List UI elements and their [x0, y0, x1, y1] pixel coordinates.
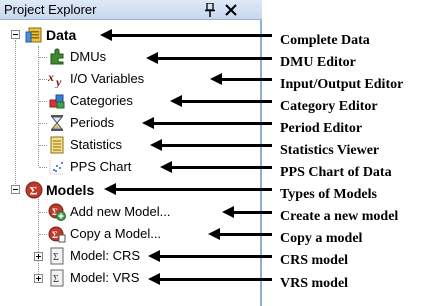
tree-node-model-crs[interactable]: Model: CRS: [70, 248, 140, 263]
tree-node-data[interactable]: Data: [46, 27, 76, 43]
arrow-data-line: [110, 34, 272, 37]
svg-text:Σ: Σ: [53, 274, 59, 285]
sigma-icon: Σ: [25, 181, 43, 199]
tree-node-add-new-model[interactable]: Add new Model...: [70, 204, 170, 219]
svg-text:y: y: [54, 75, 62, 88]
models-expander[interactable]: [11, 185, 20, 194]
variables-xy-icon: x y: [48, 70, 62, 88]
svg-text:Σ: Σ: [30, 184, 38, 198]
tree-connector: [39, 145, 47, 146]
arrow-vrs-line: [158, 278, 272, 281]
categories-icon: [49, 94, 65, 109]
arrow-pps-chart-line: [170, 166, 272, 169]
pin-icon[interactable]: [204, 3, 216, 17]
database-icon: [25, 27, 42, 43]
model-crs-expander[interactable]: [34, 252, 43, 261]
statistics-icon: [50, 136, 64, 154]
tree-node-models[interactable]: Models: [46, 182, 94, 198]
svg-text:Σ: Σ: [52, 230, 58, 240]
data-expander[interactable]: [11, 30, 20, 39]
tree-node-pps-chart[interactable]: PPS Chart: [70, 159, 131, 174]
tree-node-dmus[interactable]: DMUs: [70, 49, 106, 64]
tree-node-periods[interactable]: Periods: [70, 115, 114, 130]
tree-connector: [39, 123, 47, 124]
panel-title: Project Explorer: [4, 2, 97, 17]
tree-node-model-vrs[interactable]: Model: VRS: [70, 270, 139, 285]
tree-connector: [39, 57, 47, 58]
tree-node-copy-model[interactable]: Copy a Model...: [70, 226, 161, 241]
arrow-categories-line: [180, 100, 272, 103]
annotation-vrs-model: VRS model: [280, 276, 349, 291]
tree-node-statistics[interactable]: Statistics: [70, 137, 122, 152]
arrow-periods-line: [152, 122, 272, 125]
annotation-statistics-viewer: Statistics Viewer: [280, 143, 380, 158]
tree-connector: [39, 167, 47, 168]
tree-node-io-variables[interactable]: I/O Variables: [70, 71, 144, 86]
model-icon: Σ: [50, 269, 64, 287]
annotation-dmu-editor: DMU Editor: [280, 55, 356, 70]
tree-connector: [15, 40, 16, 188]
tree-connector: [38, 46, 39, 166]
svg-text:x: x: [48, 70, 54, 84]
tree-connector: [38, 196, 39, 276]
annotation-period-editor: Period Editor: [280, 121, 363, 136]
annotation-pps-chart: PPS Chart of Data: [280, 165, 392, 180]
annotation-complete-data: Complete Data: [280, 33, 370, 48]
model-icon: Σ: [50, 247, 64, 265]
panel-titlebar: Project Explorer: [0, 0, 262, 20]
annotation-copy-model: Copy a model: [280, 231, 363, 246]
arrow-crs-line: [158, 255, 272, 258]
model-vrs-expander[interactable]: [34, 274, 43, 283]
annotation-create-new-model: Create a new model: [280, 209, 399, 224]
svg-text:Σ: Σ: [53, 252, 59, 263]
annotation-category-editor: Category Editor: [280, 99, 378, 114]
arrow-dmus-line: [156, 57, 272, 60]
arrow-statistics-line: [160, 144, 272, 147]
scatter-chart-icon: [49, 160, 64, 175]
annotation-crs-model: CRS model: [280, 253, 349, 268]
project-explorer-panel: Project Explorer Data DMUs x y I/O Varia…: [0, 0, 262, 306]
puzzle-icon: [50, 48, 64, 65]
close-icon[interactable]: [224, 3, 238, 17]
arrow-add-model-line: [232, 211, 272, 214]
tree-node-categories[interactable]: Categories: [70, 93, 133, 108]
annotation-io-editor: Input/Output Editor: [280, 77, 404, 92]
arrow-io-line: [220, 78, 272, 81]
add-model-icon: Σ: [48, 203, 66, 221]
hourglass-icon: [50, 115, 64, 131]
tree-connector: [39, 101, 47, 102]
annotation-types-of-models: Types of Models: [280, 187, 377, 202]
tree-connector: [39, 234, 47, 235]
arrow-models-line: [114, 188, 272, 191]
tree-connector: [39, 79, 47, 80]
tree-connector: [39, 212, 47, 213]
arrow-copy-model-line: [218, 233, 272, 236]
copy-model-icon: Σ: [48, 226, 66, 243]
